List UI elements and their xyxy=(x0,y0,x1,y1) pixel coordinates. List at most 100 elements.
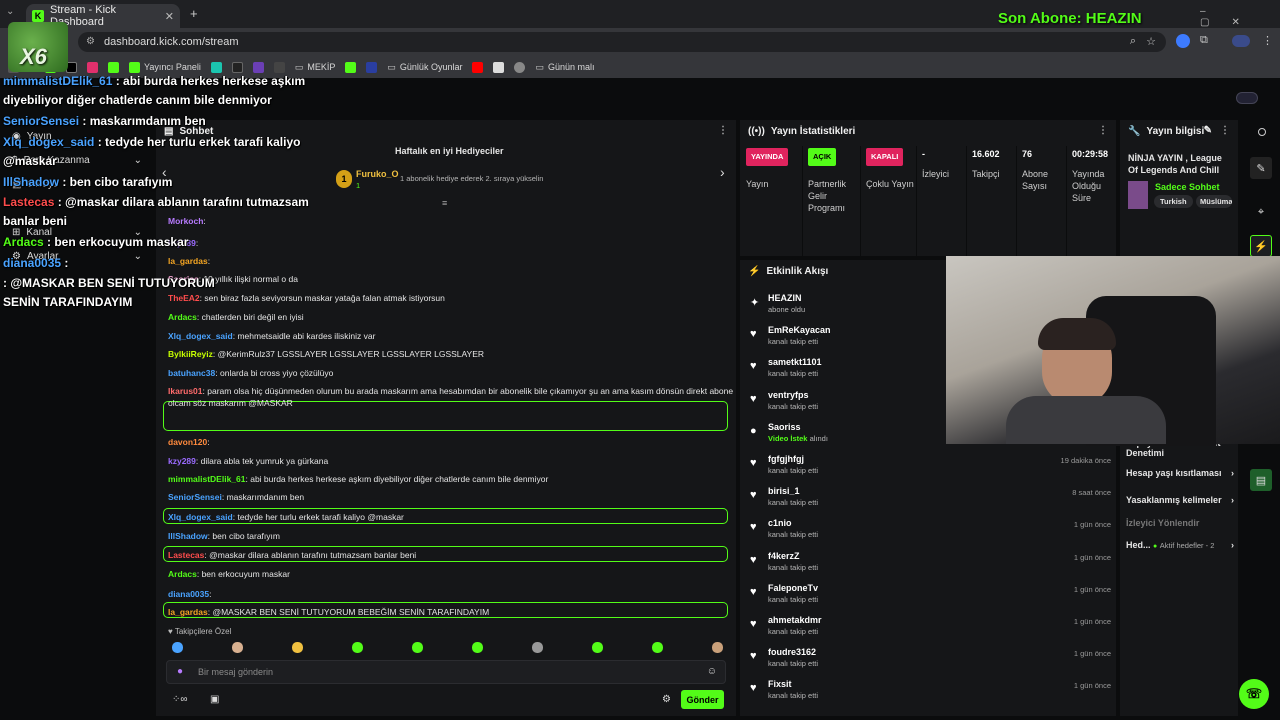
chat-username[interactable]: Ardacs xyxy=(168,312,197,322)
emote-button[interactable] xyxy=(412,642,423,653)
pinned-toggle-icon[interactable]: ≡ xyxy=(442,198,447,208)
feed-user[interactable]: foudre3162 xyxy=(768,647,816,657)
stats-menu-icon[interactable]: ⋮ xyxy=(1098,125,1108,136)
viewer-redirect-link[interactable]: İzleyici Yönlendir xyxy=(1126,518,1199,528)
chat-message[interactable]: davon120: xyxy=(168,437,210,447)
new-tab-icon[interactable]: + xyxy=(190,6,198,21)
support-chat-button[interactable]: ☏ xyxy=(1239,679,1269,709)
feed-event[interactable]: ♥ FaleponeTv kanalı takip etti 1 gün önce xyxy=(748,580,1113,610)
chat-username[interactable]: SeniorSensei xyxy=(168,492,222,502)
send-button[interactable]: Gönder xyxy=(681,690,724,709)
tag-muslim[interactable]: Müslüman xyxy=(1196,195,1232,208)
feed-user[interactable]: FaleponeTv xyxy=(768,583,818,593)
emote-button[interactable] xyxy=(532,642,543,653)
emote-button[interactable] xyxy=(352,642,363,653)
bookmark-image-icon[interactable] xyxy=(273,61,285,73)
chat-message[interactable]: la_gardas: @MASKAR BEN SENİ TUTUYORUM BE… xyxy=(168,607,489,617)
feed-user[interactable]: f4kerzZ xyxy=(768,551,800,561)
feed-user[interactable]: sametkt1101 xyxy=(768,357,822,367)
edit-icon[interactable]: ✎ xyxy=(1204,125,1212,136)
bookmark-gunluk-oyunlar[interactable]: ▭ Günlük Oyunlar xyxy=(387,62,462,73)
chat-message[interactable]: IllShadow: ben cibo tarafıyım xyxy=(168,531,280,541)
feed-user[interactable]: ahmetakdmr xyxy=(768,615,822,625)
chat-message[interactable]: Xlq_dogex_said: mehmetsaidle abi kardes … xyxy=(168,331,375,341)
feed-event[interactable]: ♥ foudre3162 kanalı takip etti 1 gün önce xyxy=(748,644,1113,674)
store-icon[interactable]: ▣ xyxy=(210,694,219,705)
site-info-icon[interactable]: ⚙ xyxy=(86,36,95,47)
chat-username[interactable]: la_gardas xyxy=(168,607,208,617)
bookmark-youtube-icon[interactable] xyxy=(472,61,484,73)
emote-button[interactable] xyxy=(712,642,723,653)
chat-message[interactable]: Lastecas: @maskar dilara ablanın tarafın… xyxy=(168,550,416,560)
feed-event[interactable]: ♥ ahmetakdmr kanalı takip etti 1 gün önce xyxy=(748,612,1113,642)
close-tab-icon[interactable]: ✕ xyxy=(165,10,174,23)
bookmark-kick2-icon[interactable] xyxy=(108,61,119,73)
zoom-icon[interactable]: ⌕ xyxy=(1130,35,1136,48)
emote-button[interactable] xyxy=(652,642,663,653)
gifter-name[interactable]: Furuko_O xyxy=(356,169,399,179)
banned-words-link[interactable]: Yasaklanmış kelimeler › xyxy=(1126,495,1234,505)
tab-search-icon[interactable]: ⌄ xyxy=(6,6,14,17)
chat-message[interactable]: TheEA2: sen biraz fazla seviyorsun maska… xyxy=(168,293,445,303)
extensions-puzzle-icon[interactable]: ⧉ xyxy=(1200,34,1208,47)
feed-event[interactable]: ♥ Fixsit kanalı takip etti 1 gün önce xyxy=(748,676,1113,706)
chart-tool-button[interactable]: ▤ xyxy=(1250,469,1272,491)
chat-username[interactable]: mimmalistDElik_61 xyxy=(168,474,245,484)
chat-menu-icon[interactable]: ⋮ xyxy=(718,125,728,136)
feed-event[interactable]: ♥ c1nio kanalı takip etti 1 gün önce xyxy=(748,515,1113,545)
chat-username[interactable]: diana0035 xyxy=(168,589,209,599)
emote-button[interactable] xyxy=(232,642,243,653)
url-bar[interactable]: ⚙ dashboard.kick.com/stream ⌕ ☆ xyxy=(78,32,1166,52)
feed-user[interactable]: ventryfps xyxy=(768,390,809,400)
chat-message[interactable]: Xlq_dogex_said: tedyde her turlu erkek t… xyxy=(168,512,404,522)
chat-username[interactable]: Morkoch xyxy=(168,216,203,226)
chat-message[interactable]: Ikarus01: param olsa hiç düşünmeden olur… xyxy=(168,386,733,396)
info-icon[interactable] xyxy=(1258,128,1266,136)
feed-event[interactable]: ♥ birisi_1 kanalı takip etti 8 saat önce xyxy=(748,483,1113,513)
bookmark-blue-icon[interactable] xyxy=(366,61,378,73)
feed-user[interactable]: HEAZIN xyxy=(768,293,802,303)
gifter-next-icon[interactable]: › xyxy=(720,164,725,180)
chat-username[interactable]: Ikarus01 xyxy=(168,386,203,396)
feed-user[interactable]: fgfgjhfgj xyxy=(768,454,804,464)
chat-message[interactable]: batuhanc38: onlarda bi cross yiyo çözülü… xyxy=(168,368,333,378)
bookmark-star-icon[interactable]: ☆ xyxy=(1146,35,1156,48)
chat-username[interactable]: Lastecas xyxy=(168,550,204,560)
bolt-tool-button[interactable]: ⚡ xyxy=(1250,235,1272,257)
chat-message[interactable]: la_gardas: xyxy=(168,256,210,266)
chat-message[interactable]: mimmalistDElik_61: abi burda herkes herk… xyxy=(168,474,548,484)
emoji-icon[interactable]: ☺ xyxy=(707,666,717,677)
bookmark-mekip[interactable]: ▭ MEKİP xyxy=(295,62,336,73)
chat-username[interactable]: davon120 xyxy=(168,437,207,447)
bookmark-instagram-icon[interactable] xyxy=(87,61,98,73)
feed-user[interactable]: Fixsit xyxy=(768,679,792,689)
chat-message[interactable]: Ardacs: chatlerden biri değil en iyisi xyxy=(168,312,304,322)
bookmark-photo-icon[interactable] xyxy=(493,61,505,73)
chat-username[interactable]: Ardacs xyxy=(168,569,197,579)
emote-button[interactable] xyxy=(472,642,483,653)
chat-username[interactable]: kzy289 xyxy=(168,456,196,466)
bookmark-gunun-mali[interactable]: ▭ Günün malı xyxy=(535,62,594,73)
chat-message[interactable]: Ardacs: ben erkocuyum maskar xyxy=(168,569,290,579)
user-avatar[interactable] xyxy=(1236,92,1258,104)
chat-username[interactable]: TheEA2 xyxy=(168,293,200,303)
chat-message[interactable]: SeniorSensei: maskarımdanım ben xyxy=(168,492,304,502)
chat-username[interactable]: Xlq_dogex_said xyxy=(168,331,233,341)
bookmark-kick3-icon[interactable] xyxy=(345,61,357,73)
chat-username[interactable]: BylkiiReyiz xyxy=(168,349,213,359)
chat-message[interactable]: kzy289: dilara abla tek yumruk ya gürkan… xyxy=(168,456,328,466)
chat-message[interactable]: Morkoch: xyxy=(168,216,206,226)
feed-user[interactable]: birisi_1 xyxy=(768,486,800,496)
profile-avatar[interactable] xyxy=(1232,35,1250,47)
pencil-tool-button[interactable]: ✎ xyxy=(1250,157,1272,179)
bookmark-app-icon[interactable] xyxy=(210,61,222,73)
extension-icon[interactable] xyxy=(1176,34,1190,48)
bookmark-chatgpt-icon[interactable] xyxy=(514,61,526,73)
mic-icon[interactable]: ● xyxy=(177,666,183,677)
tag-turkish[interactable]: Turkish xyxy=(1154,195,1193,208)
feed-user[interactable]: Saoriss xyxy=(768,422,801,432)
feed-event[interactable]: ♥ f4kerzZ kanalı takip etti 1 gün önce xyxy=(748,548,1113,578)
account-age-link[interactable]: Hesap yaşı kısıtlaması › xyxy=(1126,468,1234,478)
target-tool-button[interactable]: ⌖ xyxy=(1250,201,1272,223)
browser-menu-icon[interactable]: ⋮ xyxy=(1262,34,1273,47)
